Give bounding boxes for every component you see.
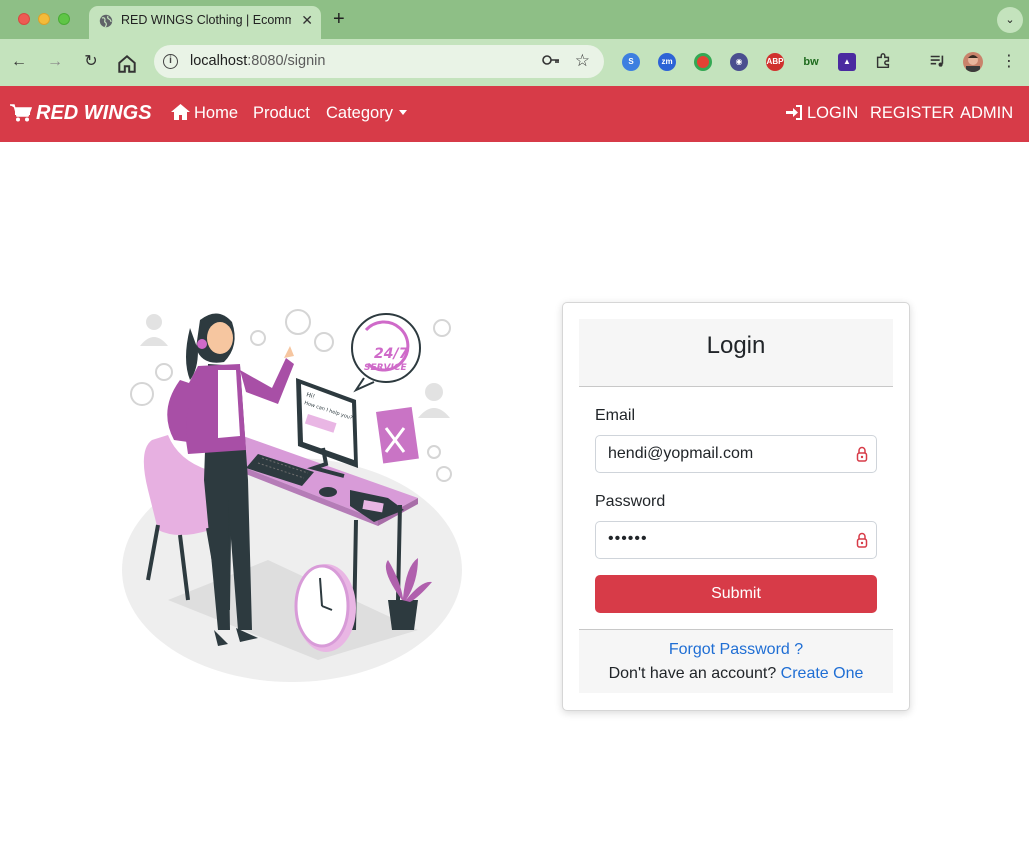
extension-icon-3[interactable]: ◉ [730,53,748,71]
forgot-password-link[interactable]: Forgot Password ? [579,641,893,659]
brand-logo[interactable]: RED WINGS [10,102,152,125]
url-text: localhost:8080/signin [190,53,326,69]
tab-close-icon[interactable]: ✕ [301,12,313,29]
nav-category-dropdown[interactable]: Category [326,104,407,123]
login-card-footer: Forgot Password ? Don't have an account?… [579,629,893,693]
login-card: Login Email hendi@yopmail.com Password •… [562,302,910,711]
browser-menu-icon[interactable]: ⋮ [998,51,1020,73]
profile-avatar[interactable] [963,52,983,72]
login-title: Login [706,332,766,359]
create-account-link[interactable]: Create One [781,665,864,682]
customer-service-illustration: Hi! How can I help you? 24/7 SERVICE [122,309,462,682]
bookmark-star-icon[interactable]: ☆ [575,51,590,71]
home-icon [171,104,190,120]
tab-title: RED WINGS Clothing | Ecommerce [121,13,291,27]
extension-icon-1[interactable]: S [622,53,640,71]
nav-login-link[interactable]: LOGIN [786,104,858,123]
password-manager-lock-icon[interactable] [856,532,868,548]
browser-tab[interactable]: RED WINGS Clothing | Ecommerce ✕ [89,6,321,39]
extension-icon-bw[interactable]: bw [802,53,820,71]
back-icon[interactable]: ← [8,51,30,73]
site-navbar: RED WINGS Home Product Category LOGIN RE… [0,86,1029,142]
cart-icon [10,104,33,122]
extension-icon-grad[interactable]: ▲ [838,53,856,71]
extension-icon-zm[interactable]: zm [658,53,676,71]
password-key-icon[interactable] [542,53,560,67]
globe-icon [99,14,113,28]
caret-down-icon [398,110,407,115]
extension-icon-color[interactable] [694,53,712,71]
svg-text:24/7: 24/7 [374,346,409,362]
email-value: hendi@yopmail.com [608,445,754,462]
new-tab-button[interactable]: + [333,8,345,31]
no-account-text: Don't have an account? [608,665,777,682]
reload-icon[interactable]: ↻ [80,51,102,73]
password-field[interactable]: •••••• [595,521,877,559]
password-manager-lock-icon[interactable] [856,446,868,462]
email-field[interactable]: hendi@yopmail.com [595,435,877,473]
address-bar[interactable]: i localhost:8080/signin ☆ [154,45,604,78]
nav-product-link[interactable]: Product [253,104,310,123]
sign-in-icon [786,105,802,120]
nav-admin-link[interactable]: ADMIN [960,104,1013,123]
browser-tab-bar: RED WINGS Clothing | Ecommerce ✕ + ⌄ [0,0,1029,39]
password-value: •••••• [608,530,648,547]
maximize-window-button[interactable] [58,13,70,25]
media-playlist-icon[interactable] [928,52,946,70]
site-info-icon[interactable]: i [163,54,178,69]
nav-home-link[interactable]: Home [171,104,238,123]
nav-register-link[interactable]: REGISTER [870,104,954,123]
forward-icon[interactable]: → [44,51,66,73]
tab-search-button[interactable]: ⌄ [997,7,1023,33]
close-window-button[interactable] [18,13,30,25]
home-icon[interactable] [116,53,138,75]
adblock-icon[interactable]: ABP [766,53,784,71]
login-card-header: Login [579,319,893,387]
signup-prompt: Don't have an account? Create One [579,665,893,683]
browser-toolbar: ← → ↻ i localhost:8080/signin ☆ S zm ◉ A… [0,39,1029,114]
puzzle-icon[interactable] [874,52,892,70]
submit-button[interactable]: Submit [595,575,877,613]
email-label: Email [595,407,636,424]
minimize-window-button[interactable] [38,13,50,25]
password-label: Password [595,493,666,510]
svg-text:SERVICE: SERVICE [364,363,407,373]
